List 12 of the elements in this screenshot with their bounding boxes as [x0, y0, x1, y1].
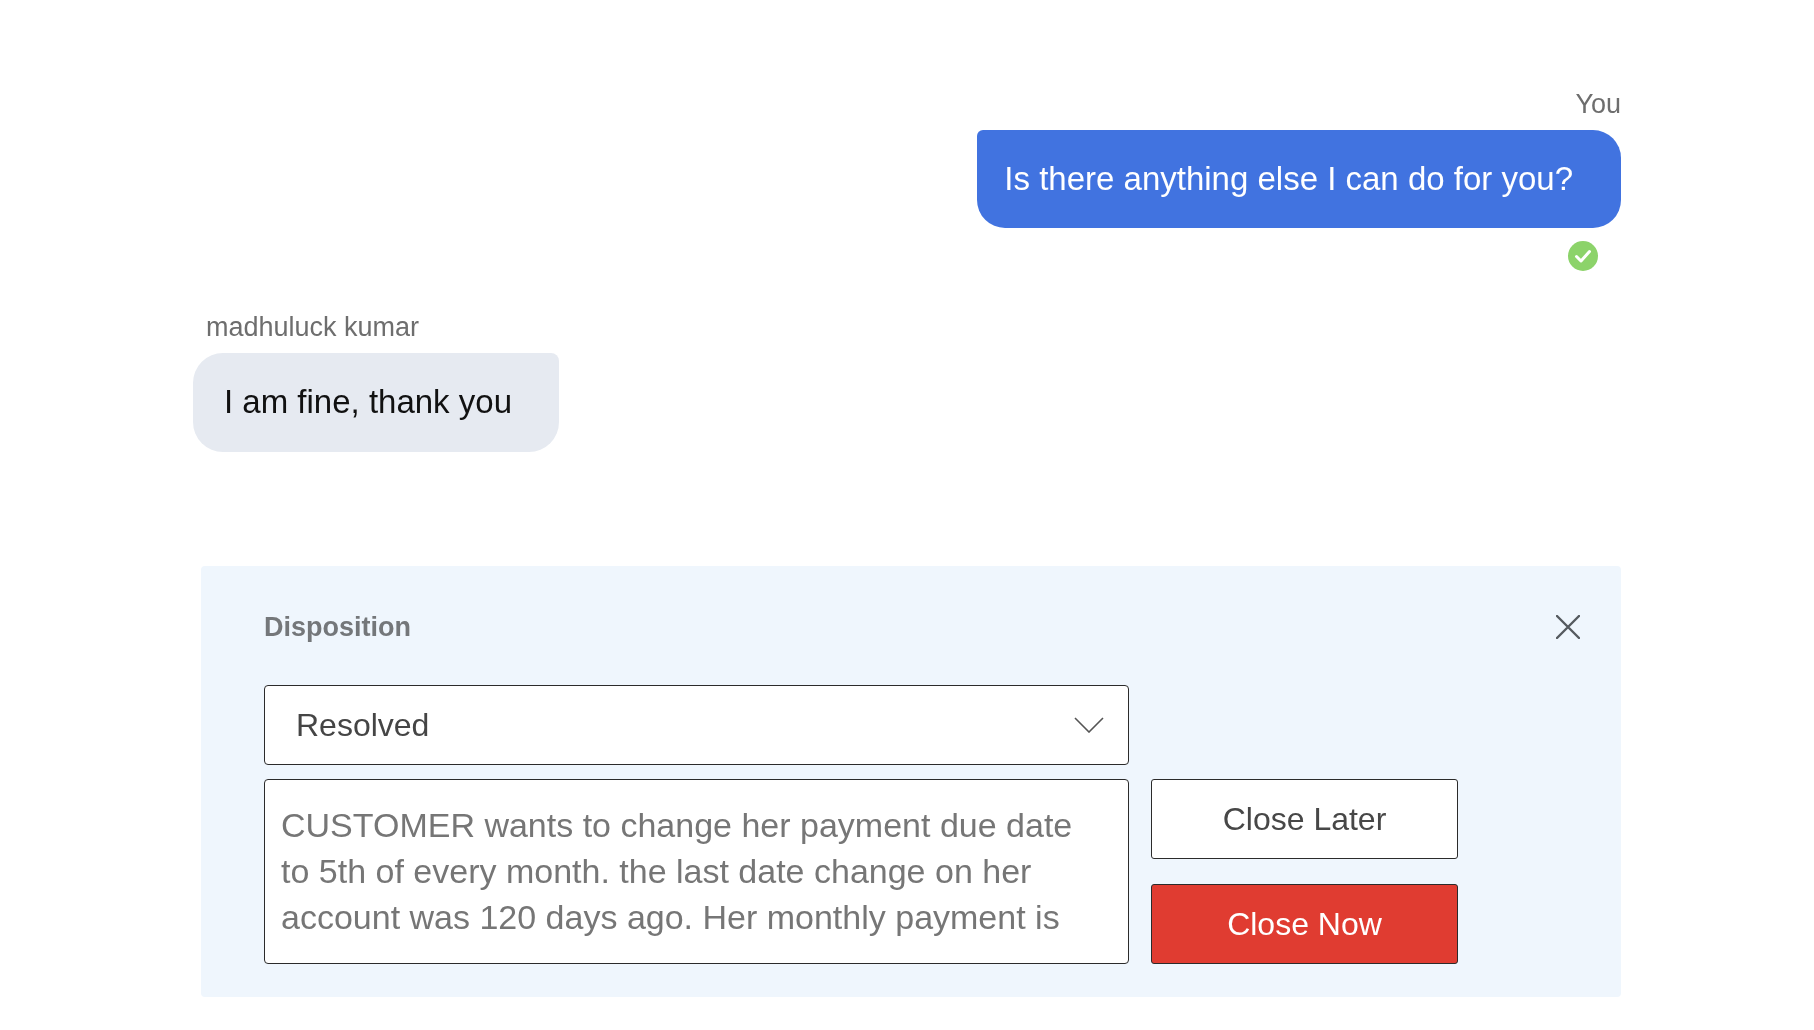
sender-name: madhuluck kumar — [206, 311, 420, 343]
close-icon — [1556, 615, 1580, 639]
action-button[interactable]: Close Now — [1151, 884, 1458, 964]
notes-field[interactable]: CUSTOMER wants to change her payment due date to 5th of every month. the last date change on her account was 120 days ago. Her monthly payment is — [264, 779, 1129, 964]
chevron-down-icon — [1074, 717, 1104, 733]
panel-title: Disposition — [264, 611, 411, 643]
close-button[interactable] — [1556, 615, 1580, 639]
chat-message: I am fine, thank you — [193, 353, 559, 452]
chat-message: Is there anything else I can do for you? — [977, 130, 1621, 228]
action-button[interactable]: Close Later — [1151, 779, 1458, 859]
disposition-select[interactable]: Resolved — [264, 685, 1129, 765]
sender-name: You — [1575, 88, 1621, 120]
